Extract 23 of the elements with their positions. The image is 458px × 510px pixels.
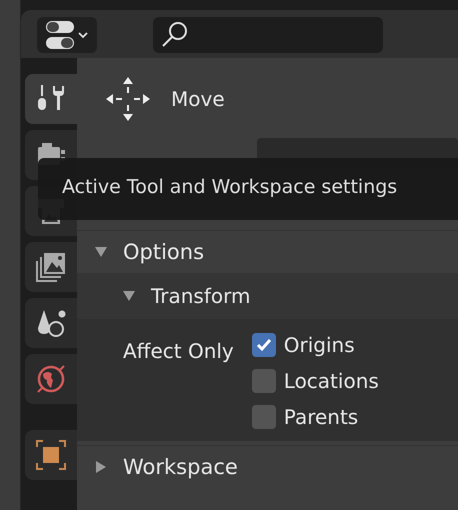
checkbox[interactable]	[252, 405, 276, 429]
checkbox-label: Locations	[284, 369, 379, 393]
check-icon	[254, 336, 273, 354]
properties-tab[interactable]	[25, 298, 77, 348]
field-label: Affect Only	[123, 339, 234, 365]
properties-tab[interactable]	[25, 74, 77, 124]
checkbox[interactable]	[252, 333, 276, 357]
stacked-images-icon	[34, 250, 68, 284]
panel-title: Options	[123, 240, 204, 264]
subpanel-header[interactable]: Transform	[77, 273, 458, 319]
properties-tab[interactable]	[25, 430, 77, 480]
tooltip: Active Tool and Workspace settings	[38, 158, 458, 220]
panel-title: Workspace	[123, 455, 238, 479]
tool-name: Move	[171, 87, 225, 111]
checkbox-label: Parents	[284, 405, 358, 429]
object-square-icon	[34, 438, 68, 472]
properties-tab[interactable]	[25, 242, 77, 292]
search-field[interactable]	[153, 17, 383, 53]
editor-type-button[interactable]	[37, 17, 97, 53]
checkbox[interactable]	[252, 369, 276, 393]
properties-tab[interactable]	[25, 354, 77, 404]
subpanel-title: Transform	[151, 284, 250, 308]
checkbox-label: Origins	[284, 333, 355, 357]
